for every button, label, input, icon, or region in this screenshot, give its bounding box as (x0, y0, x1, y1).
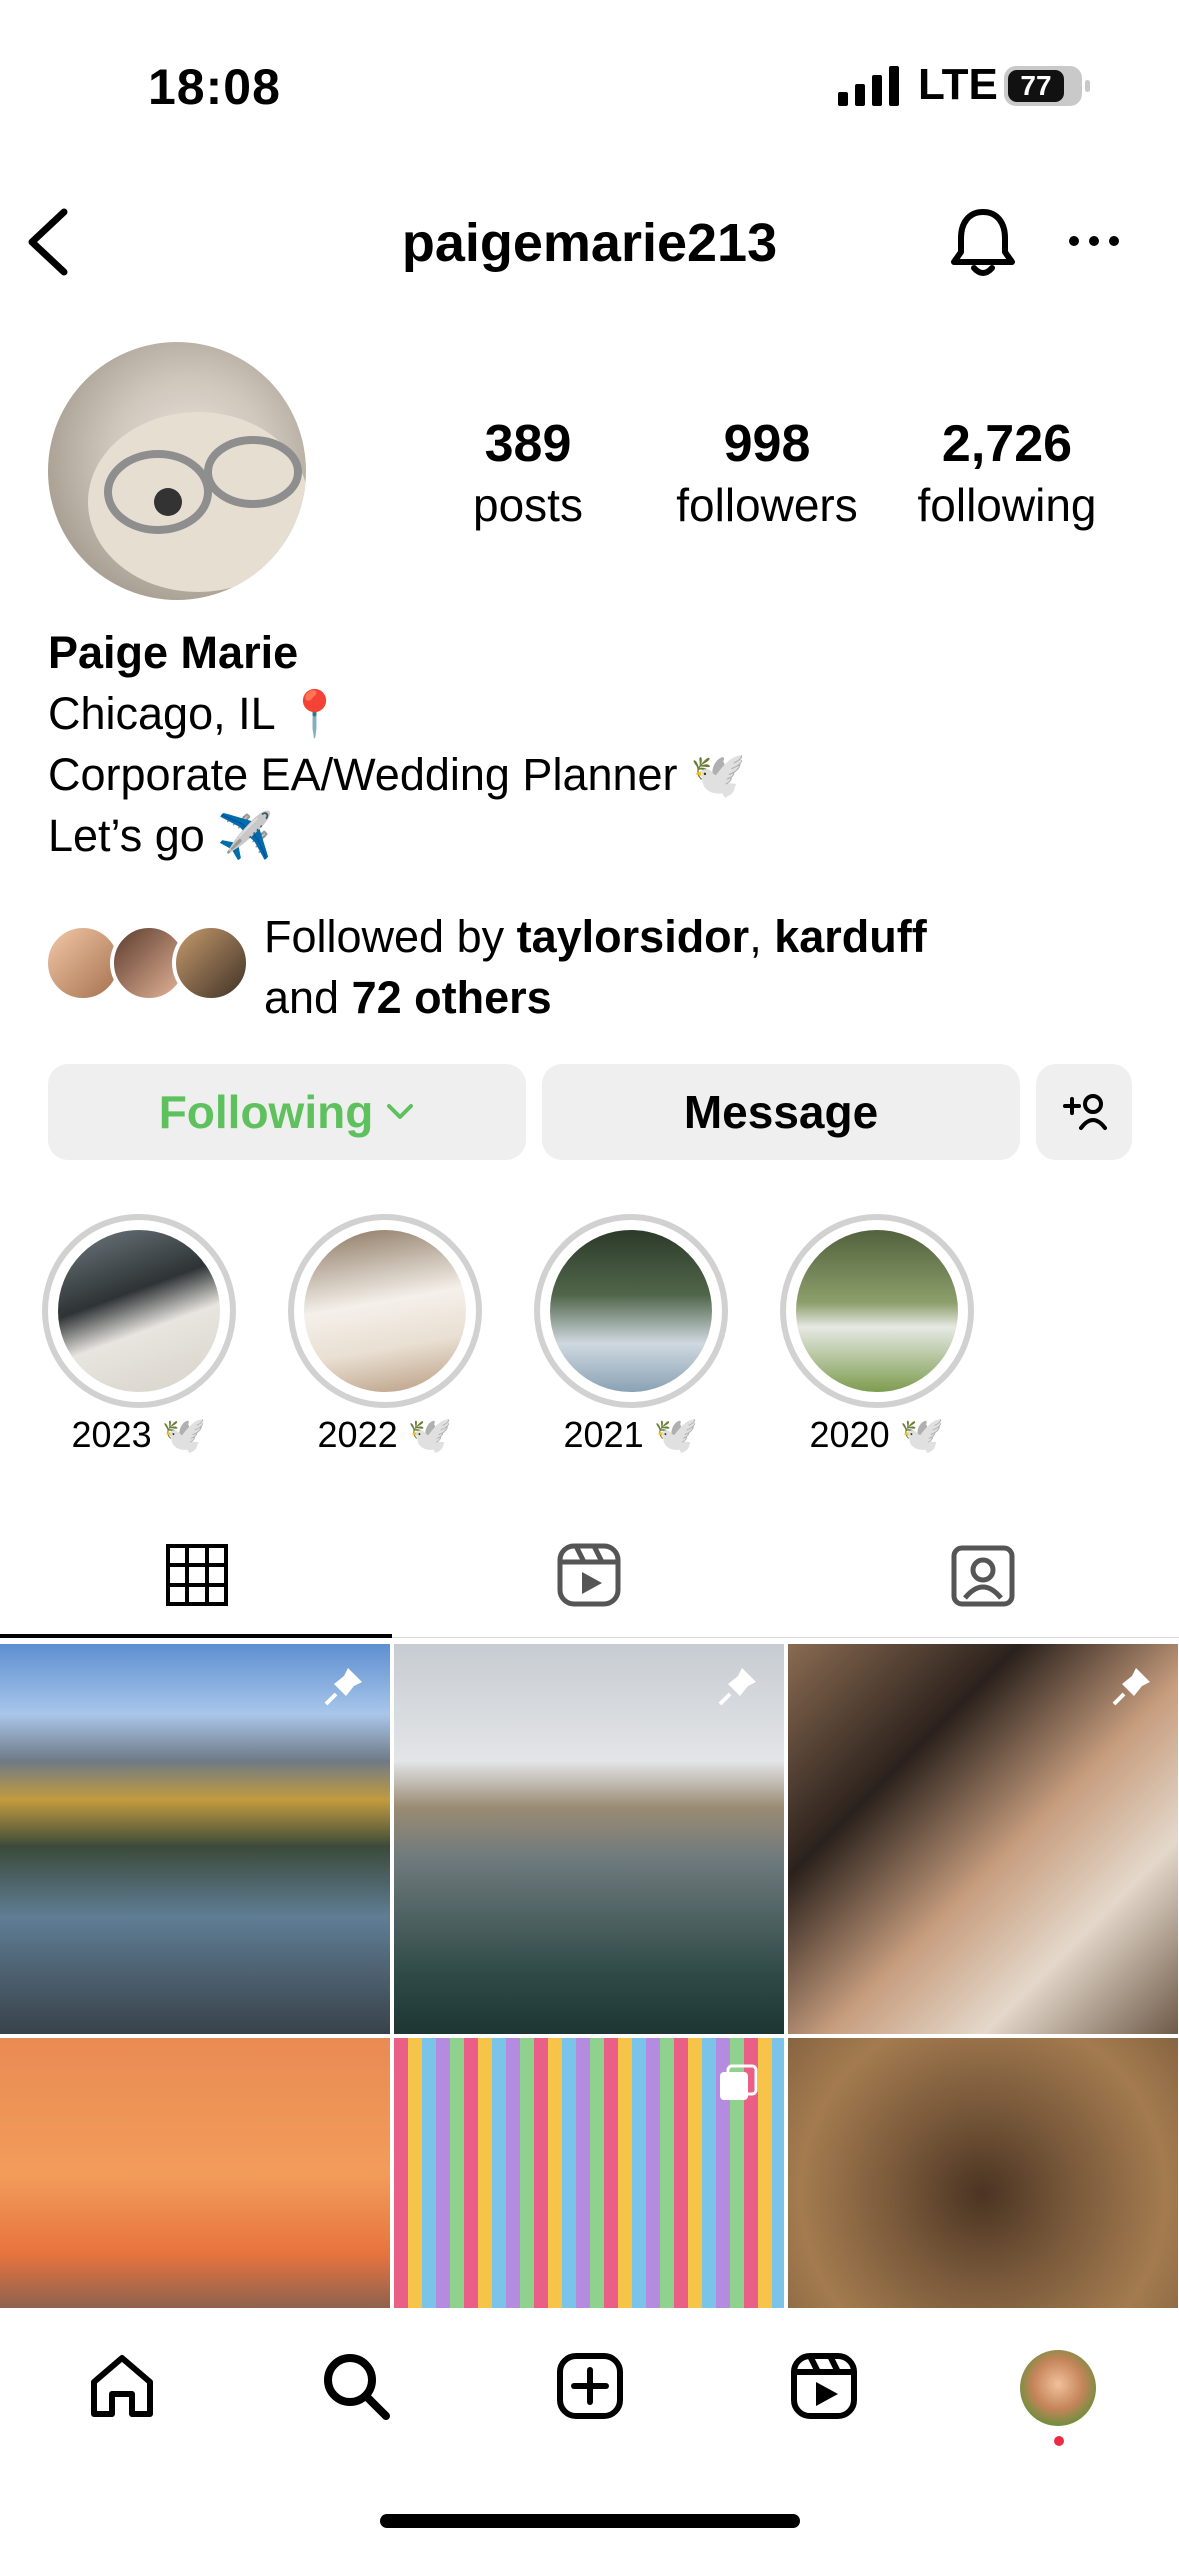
profile-bio: Paige Marie Chicago, IL 📍 Corporate EA/W… (48, 622, 746, 866)
post-thumbnail[interactable] (0, 1644, 390, 2034)
bio-line-occupation: Corporate EA/Wedding Planner 🕊️ (48, 749, 747, 800)
notification-dot (1054, 2436, 1064, 2446)
tagged-icon[interactable] (948, 1540, 1018, 1610)
reels-icon[interactable] (788, 2350, 860, 2422)
profile-avatar[interactable] (48, 342, 306, 600)
follower-avatar[interactable] (172, 924, 250, 1002)
highlight-label: 2022 🕊️ (317, 1414, 453, 1455)
chevron-down-icon (387, 1104, 414, 1119)
pin-icon (718, 1668, 756, 1706)
search-icon[interactable] (320, 2350, 392, 2422)
grid-icon[interactable] (162, 1540, 232, 1610)
home-icon[interactable] (86, 2350, 158, 2422)
battery-icon: 77 (1004, 66, 1090, 106)
following-count[interactable]: 2,726 following (900, 414, 1114, 532)
pin-icon (1112, 1668, 1150, 1706)
signal-icon (838, 66, 899, 106)
multi-photo-icon (720, 2064, 758, 2100)
bio-line-tagline: Let’s go ✈️ (48, 810, 274, 861)
highlight-2022[interactable] (288, 1214, 482, 1408)
message-button[interactable]: Message (542, 1064, 1020, 1160)
more-options-icon[interactable] (1066, 230, 1122, 252)
bio-line-location: Chicago, IL 📍 (48, 688, 343, 739)
bell-icon[interactable] (948, 206, 1018, 280)
highlight-label: 2021 🕊️ (563, 1414, 699, 1455)
posts-count: 389 posts (473, 415, 583, 531)
post-thumbnail[interactable] (394, 1644, 784, 2034)
network-label: LTE (918, 60, 998, 109)
highlight-2020[interactable] (780, 1214, 974, 1408)
add-person-icon (1063, 1094, 1107, 1130)
profile-avatar-nav[interactable] (1020, 2350, 1096, 2426)
create-icon[interactable] (554, 2350, 626, 2422)
suggested-users-button[interactable] (1036, 1064, 1132, 1160)
post-thumbnail[interactable] (788, 1644, 1178, 2034)
home-indicator (380, 2514, 800, 2528)
following-button[interactable]: Following (48, 1064, 526, 1160)
active-tab-indicator (0, 1634, 392, 1638)
pin-icon (324, 1668, 362, 1706)
highlight-2023[interactable] (42, 1214, 236, 1408)
reels-tab-icon[interactable] (554, 1540, 624, 1610)
status-time: 18:08 (148, 59, 281, 115)
battery-level: 77 (1008, 70, 1064, 102)
followed-by-text[interactable]: Followed by taylorsidor, karduff and 72 … (264, 906, 927, 1028)
followers-count[interactable]: 998 followers (660, 414, 874, 532)
highlight-label: 2023 🕊️ (71, 1414, 207, 1455)
highlight-label: 2020 🕊️ (809, 1414, 945, 1455)
highlight-2021[interactable] (534, 1214, 728, 1408)
display-name: Paige Marie (48, 627, 299, 678)
